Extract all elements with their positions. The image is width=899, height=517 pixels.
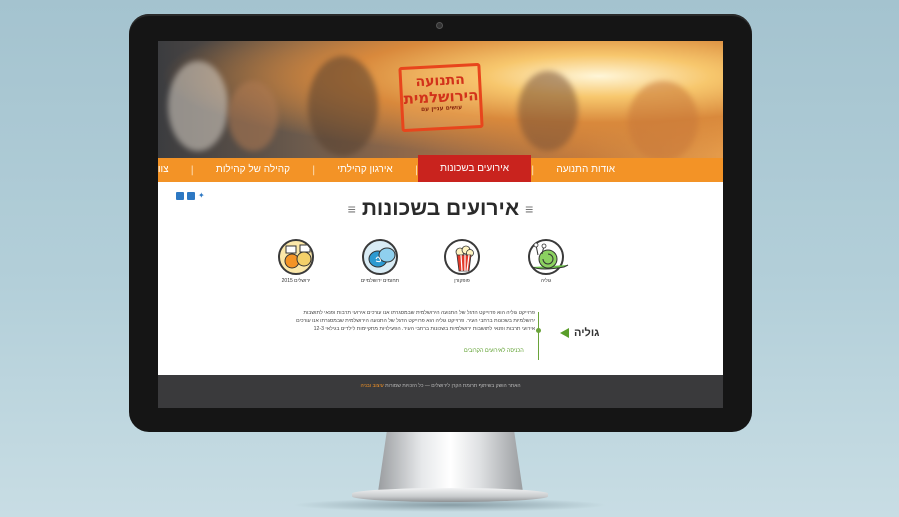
page-title: ≡ אירועים בשכונות ≡ bbox=[158, 197, 723, 221]
footer-credit-link[interactable]: עיצוב ובניה bbox=[360, 383, 383, 389]
title-bars-icon: ≡ bbox=[347, 201, 356, 218]
category-snail[interactable]: גוליה bbox=[526, 239, 569, 284]
category-label: ירושלים 2015 bbox=[281, 278, 311, 284]
nav-item-about[interactable]: אודות התנועה bbox=[534, 158, 637, 182]
site-logo[interactable]: התנועה הירושלמית עושים עניין עם bbox=[398, 62, 484, 133]
divider-line bbox=[538, 312, 539, 360]
category-jerusalem[interactable]: ירושלים 2015 bbox=[276, 239, 316, 284]
side-selector[interactable]: גוליה bbox=[560, 327, 599, 339]
footer-text: האתר הושק בשיתוף תרומת הקרן לירושלים — כ… bbox=[385, 383, 521, 389]
snail-icon bbox=[528, 239, 569, 275]
category-popcorn[interactable]: פופקורן bbox=[442, 239, 482, 284]
speech-bubbles-icon bbox=[362, 239, 398, 275]
page-title-text: אירועים בשכונות bbox=[361, 197, 520, 220]
webcam bbox=[436, 22, 443, 29]
side-selector-label: גוליה bbox=[574, 327, 600, 339]
site-footer: האתר הושק בשיתוף תרומת הקרן לירושלים — כ… bbox=[158, 375, 723, 408]
nav-item-community[interactable]: קהילה של קהילות bbox=[194, 158, 312, 182]
website-screen: התנועה הירושלמית עושים עניין עם אודות הת… bbox=[158, 41, 723, 408]
popcorn-icon bbox=[444, 239, 480, 275]
title-bars-icon: ≡ bbox=[525, 201, 534, 218]
triangle-left-icon bbox=[560, 328, 569, 338]
event-description: פרוייקט גוליה הוא פרוייקט הדגל של התנועה… bbox=[296, 310, 535, 332]
people-icon bbox=[278, 239, 314, 275]
category-icons: ירושלים 2015 תחומים ירושלמיים פופקורן גו… bbox=[276, 239, 596, 299]
category-label: גוליה bbox=[540, 278, 552, 284]
category-label: פופקורן bbox=[454, 278, 470, 284]
upcoming-events-link[interactable]: הכניסה לאירועים הקרובים bbox=[464, 348, 524, 354]
main-nav: אודות התנועה | אירועים בשכונות | אירגון … bbox=[158, 155, 723, 182]
monitor-stand-neck bbox=[378, 432, 523, 492]
monitor-bezel: התנועה הירושלמית עושים עניין עם אודות הת… bbox=[129, 14, 752, 432]
category-topics[interactable]: תחומים ירושלמיים bbox=[360, 239, 400, 284]
nav-item-organizing[interactable]: אירגון קהילתי bbox=[315, 158, 414, 182]
category-label: תחומים ירושלמיים bbox=[360, 278, 400, 284]
monitor-stand-base bbox=[352, 488, 548, 502]
nav-item-team[interactable]: צוות התנועה bbox=[158, 158, 191, 182]
nav-item-events[interactable]: אירועים בשכונות bbox=[418, 155, 532, 182]
hero-banner: התנועה הירושלמית עושים עניין עם bbox=[158, 41, 723, 161]
divider-dot bbox=[536, 328, 541, 333]
